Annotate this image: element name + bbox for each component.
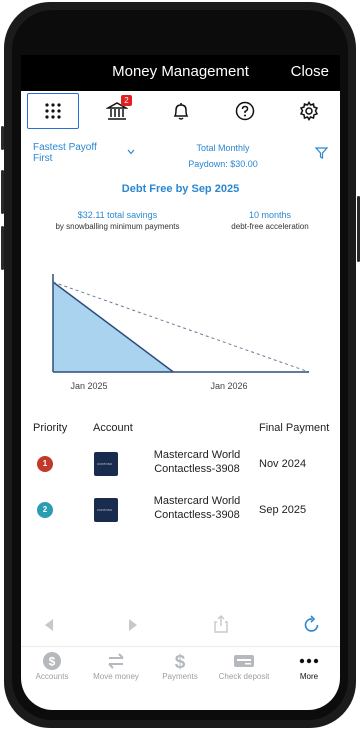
gear-icon bbox=[299, 101, 319, 121]
table-row[interactable]: 1 CONTOSO Mastercard World Contactless-3… bbox=[21, 446, 340, 484]
account-header: Account bbox=[93, 422, 133, 434]
settings-button[interactable] bbox=[283, 93, 335, 129]
priority-badge: 1 bbox=[37, 456, 53, 472]
months-caption: debt-free acceleration bbox=[231, 222, 309, 231]
tab-payments[interactable]: $ Payments bbox=[149, 650, 211, 681]
tab-more[interactable]: More bbox=[278, 650, 340, 681]
tab-label: Check deposit bbox=[218, 672, 270, 681]
bell-icon bbox=[173, 103, 189, 120]
transfer-icon bbox=[108, 653, 124, 669]
svg-text:$: $ bbox=[175, 652, 186, 671]
check-icon bbox=[234, 655, 254, 667]
reload-icon[interactable] bbox=[303, 615, 321, 633]
paydown-value: $30.00 bbox=[230, 159, 258, 169]
final-payment-header: Final Payment bbox=[259, 422, 330, 434]
back-icon[interactable] bbox=[43, 618, 55, 632]
monthly-paydown[interactable]: Total Monthly Paydown: $30.00 bbox=[170, 140, 276, 172]
more-icon bbox=[299, 658, 319, 664]
power-button bbox=[357, 196, 360, 262]
tab-accounts[interactable]: $ Accounts bbox=[21, 650, 83, 681]
priority-header: Priority bbox=[33, 422, 68, 434]
chevron-down-icon[interactable] bbox=[127, 149, 135, 155]
paydown-label: Paydown: bbox=[188, 159, 228, 169]
tab-label: More bbox=[299, 672, 319, 681]
help-button[interactable] bbox=[219, 93, 271, 129]
priority-badge: 2 bbox=[37, 502, 53, 518]
dollar-icon: $ bbox=[175, 652, 186, 671]
months-value: 10 months bbox=[248, 210, 292, 220]
volume-down-button bbox=[1, 226, 4, 270]
x-tick-label: Jan 2025 bbox=[70, 381, 107, 391]
alerts-button[interactable] bbox=[155, 93, 207, 129]
side-button bbox=[1, 126, 4, 150]
svg-text:$: $ bbox=[49, 655, 56, 669]
paydown-line: Paydown: $30.00 bbox=[170, 156, 276, 172]
tab-label: Payments bbox=[162, 672, 198, 681]
months-block: 10 months debt-free acceleration bbox=[215, 210, 325, 231]
tab-move-money[interactable]: Move money bbox=[85, 650, 147, 681]
volume-up-button bbox=[1, 170, 4, 214]
share-icon[interactable] bbox=[213, 614, 229, 634]
tab-bar: $ Accounts Move money $ Payments Check d… bbox=[21, 646, 340, 696]
close-button[interactable]: Close bbox=[291, 63, 329, 80]
app-header: Money Management Close bbox=[21, 55, 340, 91]
grid-button[interactable] bbox=[27, 93, 79, 129]
card-image: CONTOSO bbox=[94, 452, 118, 476]
tab-check-deposit[interactable]: Check deposit bbox=[213, 650, 275, 681]
monthly-label: Total Monthly bbox=[196, 143, 250, 153]
savings-value: $32.11 total savings bbox=[77, 210, 158, 220]
final-payment-date: Nov 2024 bbox=[259, 458, 307, 470]
filter-icon[interactable] bbox=[315, 147, 328, 159]
forward-icon[interactable] bbox=[127, 618, 139, 632]
account-name: Mastercard World Contactless-3908 bbox=[153, 449, 241, 475]
notification-badge: 2 bbox=[121, 95, 132, 106]
x-tick-label: Jan 2026 bbox=[210, 381, 247, 391]
accounts-button[interactable]: 2 bbox=[91, 93, 143, 129]
savings-caption: by snowballing minimum payments bbox=[55, 222, 180, 231]
dollar-circle-icon: $ bbox=[43, 652, 61, 670]
grid-icon bbox=[45, 103, 61, 119]
table-row[interactable]: 2 CONTOSO Mastercard World Contactless-3… bbox=[21, 492, 340, 530]
account-name: Mastercard World Contactless-3908 bbox=[153, 495, 241, 521]
tab-label: Move money bbox=[93, 672, 139, 681]
payoff-chart: Jan 2025 Jan 2026 bbox=[52, 274, 310, 391]
tab-label: Accounts bbox=[35, 672, 69, 681]
savings-block: $32.11 total savings by snowballing mini… bbox=[40, 210, 195, 231]
final-payment-date: Sep 2025 bbox=[259, 504, 307, 516]
toolbar: 2 bbox=[21, 91, 340, 131]
card-image: CONTOSO bbox=[94, 498, 118, 522]
debt-free-headline: Debt Free by Sep 2025 bbox=[121, 183, 240, 195]
help-icon bbox=[235, 101, 255, 121]
